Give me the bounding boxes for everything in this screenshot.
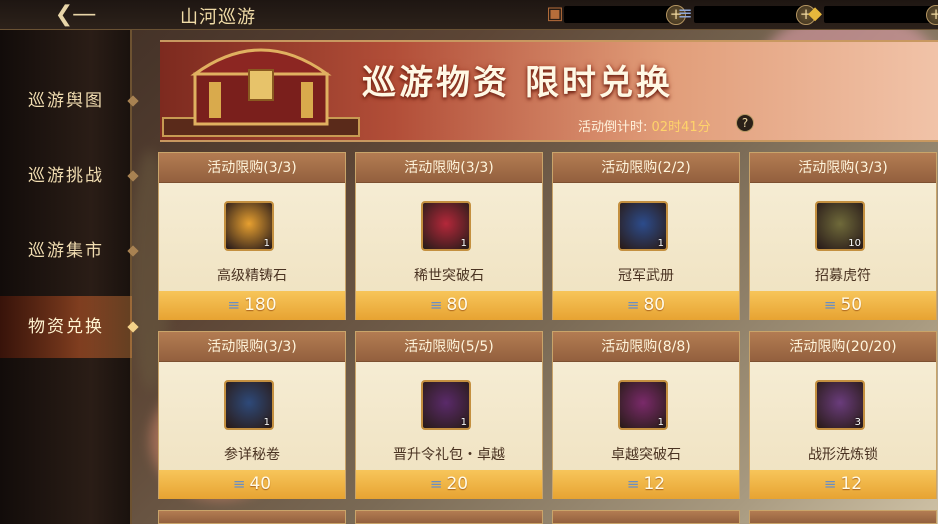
item-name: 参详秘卷 bbox=[224, 447, 280, 463]
item-quantity: 1 bbox=[657, 238, 664, 249]
price-value: 80 bbox=[643, 295, 666, 315]
scroll-token-icon: ≡ bbox=[626, 475, 640, 493]
gold-orb-icon[interactable]: 1 bbox=[618, 380, 668, 430]
countdown: 活动倒计时: 02时41分 bbox=[578, 116, 711, 135]
price-value: 80 bbox=[446, 295, 469, 315]
sidebar-item-label: 巡游舆图 bbox=[28, 91, 104, 111]
exchange-item-card[interactable]: 活动限购(3/3) 10 招募虎符 ≡ 50 bbox=[749, 152, 937, 320]
scroll-token-icon: ≡ bbox=[626, 296, 640, 314]
card-header-partial bbox=[552, 510, 740, 524]
red-orb-icon[interactable]: 1 bbox=[421, 201, 471, 251]
exchange-item-card[interactable]: 活动限购(3/3) 1 参详秘卷 ≡ 40 bbox=[158, 331, 346, 499]
item-quantity: 1 bbox=[657, 417, 664, 428]
exchange-button[interactable]: ≡ 80 bbox=[553, 291, 739, 320]
item-quantity: 10 bbox=[848, 238, 861, 249]
price-value: 40 bbox=[249, 474, 272, 494]
sidebar-item-map[interactable]: 巡游舆图 bbox=[0, 70, 139, 132]
exchange-item-card[interactable]: 活动限购(3/3) 1 稀世突破石 ≡ 80 bbox=[355, 152, 543, 320]
item-quantity: 3 bbox=[854, 417, 861, 428]
sidebar-item-exchange[interactable]: 物资兑换 bbox=[0, 296, 139, 358]
item-name: 战形洗炼锁 bbox=[808, 447, 878, 463]
item-name: 高级精铸石 bbox=[217, 268, 287, 284]
card-header-partial bbox=[749, 510, 937, 524]
scroll-token-icon: ≡ bbox=[232, 475, 246, 493]
price-value: 20 bbox=[446, 474, 469, 494]
price-value: 12 bbox=[840, 474, 863, 494]
tiger-tally-icon[interactable]: 10 bbox=[815, 201, 865, 251]
crystal-ore-icon[interactable]: 1 bbox=[224, 201, 274, 251]
scroll-token-icon: ≡ bbox=[823, 475, 837, 493]
price-value: 50 bbox=[840, 295, 863, 315]
item-name: 招募虎符 bbox=[815, 268, 871, 284]
exchange-item-card[interactable]: 活动限购(8/8) 1 卓越突破石 ≡ 12 bbox=[552, 331, 740, 499]
sidebar-item-label: 物资兑换 bbox=[28, 317, 104, 337]
item-quantity: 1 bbox=[460, 238, 467, 249]
item-name: 冠军武册 bbox=[618, 268, 674, 284]
blue-book-icon[interactable]: 1 bbox=[618, 201, 668, 251]
card-header-partial bbox=[355, 510, 543, 524]
purchase-limit: 活动限购(8/8) bbox=[553, 332, 739, 362]
exchange-button[interactable]: ≡ 12 bbox=[553, 470, 739, 499]
resource-value bbox=[694, 6, 806, 23]
price-value: 180 bbox=[244, 295, 277, 315]
exchange-item-card[interactable]: 活动限购(20/20) 3 战形洗炼锁 ≡ 12 bbox=[749, 331, 937, 499]
purchase-limit: 活动限购(5/5) bbox=[356, 332, 542, 362]
item-name: 晋升令礼包・卓越 bbox=[393, 447, 505, 463]
exchange-button[interactable]: ≡ 20 bbox=[356, 470, 542, 499]
exchange-button[interactable]: ≡ 12 bbox=[750, 470, 936, 499]
help-icon[interactable]: ? bbox=[736, 114, 754, 132]
item-name: 稀世突破石 bbox=[414, 268, 484, 284]
item-quantity: 1 bbox=[460, 417, 467, 428]
sidebar-item-market[interactable]: 巡游集市 bbox=[0, 220, 139, 282]
page-title: 山河巡游 bbox=[180, 7, 256, 28]
lock-icon[interactable]: 3 bbox=[815, 380, 865, 430]
resource-value bbox=[824, 6, 936, 23]
purchase-limit: 活动限购(3/3) bbox=[356, 153, 542, 183]
gift-pack-icon[interactable]: 1 bbox=[421, 380, 471, 430]
scroll-token-icon: ≡ bbox=[823, 296, 837, 314]
exchange-item-card[interactable]: 活动限购(5/5) 1 晋升令礼包・卓越 ≡ 20 bbox=[355, 331, 543, 499]
item-quantity: 1 bbox=[263, 238, 270, 249]
sidebar: 巡游舆图 巡游挑战 巡游集市 物资兑换 bbox=[0, 30, 139, 524]
scroll-token-icon: ≡ bbox=[227, 296, 241, 314]
scroll-bundle-icon[interactable]: 1 bbox=[224, 380, 274, 430]
purchase-limit: 活动限购(3/3) bbox=[750, 153, 936, 183]
exchange-button[interactable]: ≡ 180 bbox=[159, 291, 345, 320]
price-value: 12 bbox=[643, 474, 666, 494]
sidebar-item-label: 巡游挑战 bbox=[28, 166, 104, 186]
purchase-limit: 活动限购(3/3) bbox=[159, 153, 345, 183]
card-header-partial bbox=[158, 510, 346, 524]
exchange-button[interactable]: ≡ 50 bbox=[750, 291, 936, 320]
countdown-time: 02时41分 bbox=[651, 120, 711, 135]
scroll-token-icon: ≡ bbox=[429, 296, 443, 314]
purchase-limit: 活动限购(3/3) bbox=[159, 332, 345, 362]
exchange-item-card[interactable]: 活动限购(3/3) 1 高级精铸石 ≡ 180 bbox=[158, 152, 346, 320]
scroll-token-icon: ≡ bbox=[429, 475, 443, 493]
treasure-chest-illustration bbox=[162, 48, 360, 137]
countdown-label: 活动倒计时: bbox=[578, 120, 648, 135]
purchase-limit: 活动限购(20/20) bbox=[750, 332, 936, 362]
exchange-button[interactable]: ≡ 80 bbox=[356, 291, 542, 320]
resource-value bbox=[564, 6, 676, 23]
exchange-button[interactable]: ≡ 40 bbox=[159, 470, 345, 499]
item-quantity: 1 bbox=[263, 417, 270, 428]
banner-title: 巡游物资 限时兑换 bbox=[362, 63, 673, 103]
top-bar: ❮― 山河巡游 ▣ + ≡ + ◆ + bbox=[0, 0, 938, 30]
item-name: 卓越突破石 bbox=[611, 447, 681, 463]
sidebar-item-label: 巡游集市 bbox=[28, 241, 104, 261]
exchange-item-card[interactable]: 活动限购(2/2) 1 冠军武册 ≡ 80 bbox=[552, 152, 740, 320]
back-arrow-icon[interactable]: ❮― bbox=[52, 3, 98, 27]
sidebar-item-challenge[interactable]: 巡游挑战 bbox=[0, 145, 139, 207]
diamond-icon bbox=[127, 95, 139, 107]
purchase-limit: 活动限购(2/2) bbox=[553, 153, 739, 183]
